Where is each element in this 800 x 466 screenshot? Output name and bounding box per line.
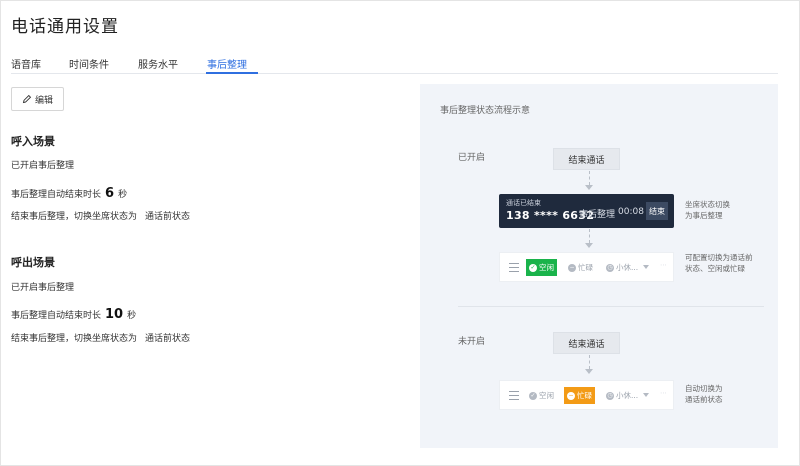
status-rest-label: 小休... [616, 391, 639, 400]
disabled-note: 自动切换为 通话前状态 [685, 383, 723, 405]
minus-icon: − [568, 263, 576, 272]
check-icon: ✓ [529, 263, 537, 272]
flow-arrow-icon [585, 369, 593, 374]
disabled-end-call-button: 结束通话 [553, 332, 620, 354]
tab-after-call-work[interactable]: 事后整理 [207, 56, 247, 71]
end-after-call-button: 结束 [646, 202, 668, 220]
disabled-note-line-1: 自动切换为 [685, 384, 723, 393]
edit-button[interactable]: 编辑 [11, 87, 64, 111]
flow-connector [589, 355, 590, 369]
call-ended-text: 通话已结束 [506, 199, 541, 207]
diagram-divider [458, 306, 764, 307]
clock-icon: ◷ [606, 263, 614, 272]
minus-icon: − [567, 391, 575, 400]
inbound-auto-end-unit: 秒 [118, 190, 128, 200]
edit-button-label: 编辑 [34, 95, 53, 106]
status-busy-selected: − 忙碌 [564, 387, 595, 404]
status-busy: − 忙碌 [565, 259, 596, 276]
enabled-note-2-line-1: 可配置切换为通话前 [685, 253, 753, 262]
enabled-status-bar: ✓ 空闲 − 忙碌 ◷ 小休... ⋯ [499, 252, 674, 282]
outbound-switch-value: 通话前状态 [145, 334, 191, 344]
outbound-switch-state: 结束事后整理，切换坐席状态为 通话前状态 [11, 331, 190, 344]
inbound-auto-end-value: 6 [105, 186, 115, 201]
flow-diagram-title: 事后整理状态流程示意 [440, 106, 531, 116]
chevron-down-icon [643, 393, 649, 397]
tab-service-level[interactable]: 服务水平 [138, 56, 178, 71]
inbound-auto-end: 事后整理自动结束时长 6 秒 [11, 186, 127, 201]
flow-connector [589, 229, 590, 243]
page-title: 电话通用设置 [11, 17, 119, 37]
status-free-label: 空闲 [539, 391, 554, 400]
clock-icon: ◷ [606, 391, 614, 400]
outbound-switch-label: 结束事后整理，切换坐席状态为 [11, 334, 138, 344]
inbound-status: 已开启事后整理 [11, 161, 75, 171]
active-tab-indicator [206, 72, 258, 74]
enabled-note-2-line-2: 状态、空闲或忙碌 [685, 264, 745, 273]
chevron-down-icon [643, 265, 649, 269]
outbound-auto-end-value: 10 [105, 307, 124, 322]
inbound-switch-value: 通话前状态 [145, 212, 191, 222]
tab-bar: 语音库 时间条件 服务水平 事后整理 [11, 56, 778, 74]
menu-icon [509, 263, 519, 275]
inbound-section-title: 呼入场景 [11, 135, 55, 148]
call-state: 事后整理 [579, 210, 616, 220]
enabled-note-2: 可配置切换为通话前 状态、空闲或忙碌 [685, 252, 753, 274]
outbound-auto-end-label: 事后整理自动结束时长 [11, 311, 102, 321]
enabled-note-1: 坐席状态切换 为事后整理 [685, 199, 730, 221]
inbound-auto-end-label: 事后整理自动结束时长 [11, 190, 102, 200]
outbound-section-title: 呼出场景 [11, 256, 55, 269]
disabled-status-bar: ✓ 空闲 − 忙碌 ◷ 小休... ⋯ [499, 380, 674, 410]
call-bar: 通话已结束 138 **** 6632 事后整理 00:08 结束 [499, 194, 674, 228]
check-icon: ✓ [529, 391, 537, 400]
outbound-status: 已开启事后整理 [11, 283, 75, 293]
inbound-switch-label: 结束事后整理，切换坐席状态为 [11, 212, 138, 222]
tab-time-conditions[interactable]: 时间条件 [69, 56, 109, 71]
status-rest: ◷ 小休... [603, 387, 641, 404]
enabled-end-call-button: 结束通话 [553, 148, 620, 170]
status-free-selected: ✓ 空闲 [526, 259, 557, 276]
status-free: ✓ 空闲 [526, 387, 557, 404]
pencil-icon [22, 94, 32, 104]
outbound-auto-end: 事后整理自动结束时长 10 秒 [11, 307, 136, 322]
enabled-note-1-line-2: 为事后整理 [685, 211, 723, 220]
flow-connector [589, 171, 590, 185]
status-busy-label: 忙碌 [577, 391, 592, 400]
status-rest-label: 小休... [616, 263, 639, 272]
status-free-label: 空闲 [539, 263, 554, 272]
flow-arrow-icon [585, 185, 593, 190]
flow-arrow-icon [585, 243, 593, 248]
inbound-switch-state: 结束事后整理，切换坐席状态为 通话前状态 [11, 209, 190, 222]
enabled-label: 已开启 [458, 153, 486, 163]
faded-more-icon: ⋯ [660, 261, 667, 269]
status-busy-label: 忙碌 [578, 263, 593, 272]
tab-voice-library[interactable]: 语音库 [11, 56, 41, 71]
menu-icon [509, 391, 519, 403]
faded-more-icon: ⋯ [660, 389, 667, 397]
outbound-auto-end-unit: 秒 [127, 311, 137, 321]
call-timer: 00:08 [618, 207, 644, 217]
disabled-note-line-2: 通话前状态 [685, 395, 723, 404]
disabled-label: 未开启 [458, 337, 486, 347]
enabled-note-1-line-1: 坐席状态切换 [685, 200, 730, 209]
status-rest: ◷ 小休... [603, 259, 641, 276]
